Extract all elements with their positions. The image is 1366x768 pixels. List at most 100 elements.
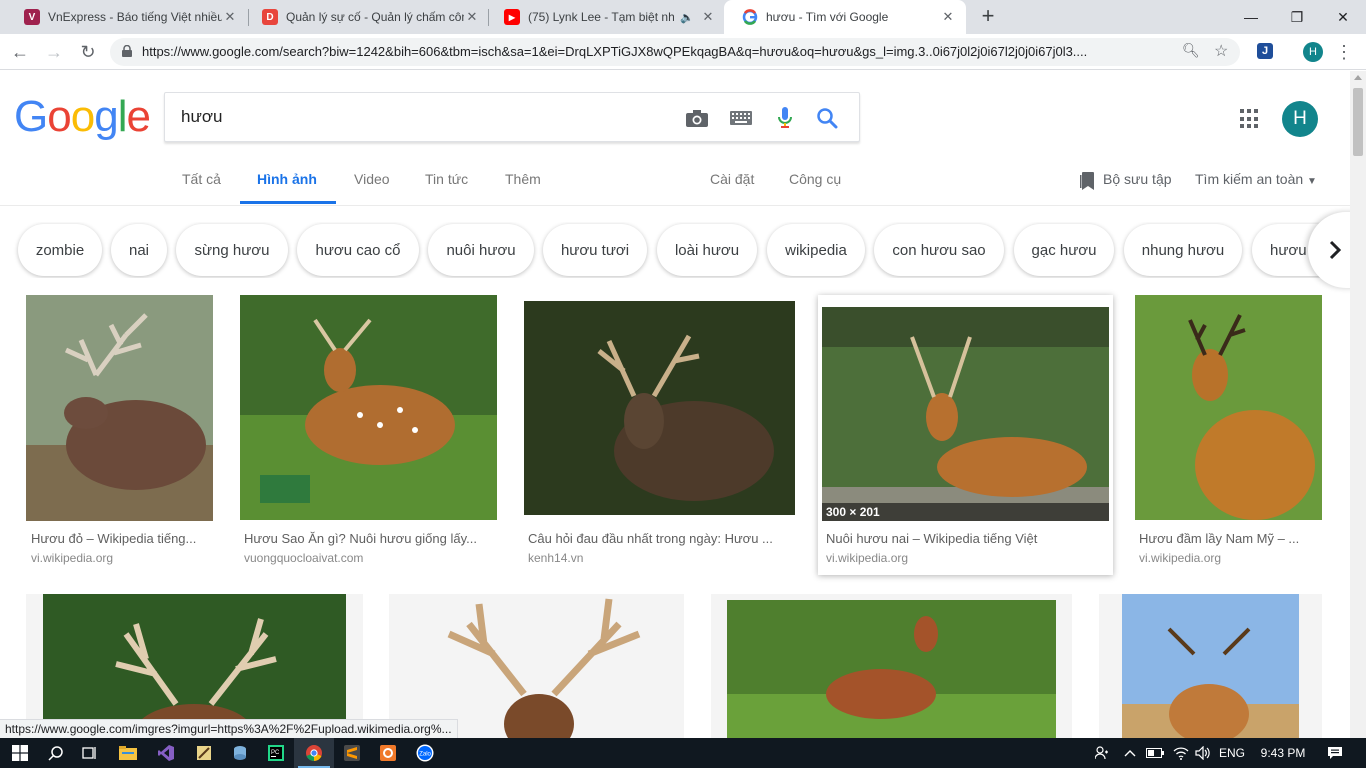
result-source[interactable]: vi.wikipedia.org	[31, 551, 113, 565]
battery-icon[interactable]	[1144, 738, 1166, 768]
browser-menu-icon[interactable]: ⋮	[1334, 38, 1354, 66]
result-source[interactable]: kenh14.vn	[528, 551, 583, 565]
chip-wikipedia[interactable]: wikipedia	[767, 224, 865, 276]
browser-tab-quan-ly-su-co[interactable]: D Quản lý sự cố - Quản lý chấm công ✕	[244, 0, 490, 34]
result-image-row2-4[interactable]	[1099, 594, 1322, 738]
browser-tab-google-search[interactable]: hươu - Tìm với Google ✕	[724, 0, 966, 34]
zoom-icon[interactable]: 🔍︎	[1182, 42, 1200, 59]
result-image-row2-2[interactable]	[389, 594, 684, 738]
chip-con-huou-sao[interactable]: con hươu sao	[874, 224, 1004, 276]
chip-loai-huou[interactable]: loài hươu	[657, 224, 757, 276]
safe-search-dropdown[interactable]: Tìm kiếm an toàn ▼	[1195, 171, 1317, 187]
people-icon[interactable]	[1090, 738, 1114, 768]
result-image-red-deer[interactable]	[26, 295, 213, 521]
search-input[interactable]	[181, 105, 661, 129]
bookmark-collection-icon[interactable]	[1080, 172, 1096, 190]
result-title[interactable]: Nuôi hươu nai – Wikipedia tiếng Việt	[826, 531, 1106, 546]
tab-more[interactable]: Thêm	[505, 171, 541, 187]
minimize-button[interactable]: —	[1228, 0, 1274, 34]
scroll-up-arrow-icon[interactable]	[1354, 75, 1362, 80]
tab-images[interactable]: Hình ảnh	[257, 171, 317, 187]
result-image-sika-deer[interactable]	[240, 295, 497, 520]
zalo-icon[interactable]: Zalo	[405, 738, 445, 768]
database-app-icon[interactable]	[220, 738, 260, 768]
microphone-icon[interactable]	[773, 106, 797, 130]
tab-title: VnExpress - Báo tiếng Việt nhiều	[48, 10, 222, 24]
result-source[interactable]: vi.wikipedia.org	[826, 551, 908, 565]
url-text[interactable]: https://www.google.com/search?biw=1242&b…	[142, 44, 1172, 59]
result-title[interactable]: Hươu đầm lầy Nam Mỹ – ...	[1139, 531, 1319, 546]
sublime-text-icon[interactable]	[332, 738, 372, 768]
tab-all[interactable]: Tất cả	[182, 171, 221, 187]
camera-icon[interactable]	[685, 106, 709, 130]
action-center-icon[interactable]	[1320, 738, 1350, 768]
speaker-icon[interactable]: 🔈	[680, 11, 694, 24]
tab-news[interactable]: Tin tức	[425, 171, 468, 187]
result-image-lying-deer[interactable]	[822, 307, 1109, 521]
account-avatar[interactable]: H	[1282, 101, 1318, 137]
reload-icon[interactable]: ↻	[76, 40, 100, 64]
result-title[interactable]: Hươu Sao Ăn gì? Nuôi hươu giống lấy...	[244, 531, 494, 546]
tab-video[interactable]: Video	[354, 171, 390, 187]
close-tab-icon[interactable]: ✕	[700, 9, 716, 25]
system-clock[interactable]: 9:43 PM	[1254, 738, 1312, 768]
chip-sung-huou[interactable]: sừng hươu	[176, 224, 288, 276]
input-language-indicator[interactable]: ENG	[1216, 738, 1248, 768]
browser-profile-avatar[interactable]: H	[1303, 42, 1323, 62]
tools-link[interactable]: Công cụ	[789, 171, 841, 187]
forward-arrow-icon[interactable]: →	[42, 40, 66, 64]
browser-tab-vnexpress[interactable]: V VnExpress - Báo tiếng Việt nhiều ✕	[6, 0, 248, 34]
search-type-nav: Tất cả Hình ảnh Video Tin tức Thêm Cài đ…	[0, 158, 1350, 206]
browser-tab-youtube[interactable]: ▶ (75) Lynk Lee - Tạm biệt nhé 🔈 ✕	[486, 0, 726, 34]
chrome-taskbar-icon[interactable]	[294, 738, 334, 768]
chip-huou-cao-co[interactable]: hươu cao cổ	[297, 224, 419, 276]
result-image-marsh-deer[interactable]	[1135, 295, 1322, 520]
close-tab-icon[interactable]: ✕	[940, 9, 956, 25]
chip-nai[interactable]: nai	[111, 224, 167, 276]
result-title[interactable]: Câu hỏi đau đầu nhất trong ngày: Hươu ..…	[528, 531, 790, 546]
chip-nuoi-huou[interactable]: nuôi hươu	[428, 224, 534, 276]
google-apps-icon[interactable]	[1240, 109, 1260, 129]
browser-tab-strip: V VnExpress - Báo tiếng Việt nhiều ✕ D Q…	[0, 0, 1366, 34]
orange-app-icon[interactable]	[368, 738, 408, 768]
result-title[interactable]: Hươu đỏ – Wikipedia tiếng...	[31, 531, 211, 546]
extension-j-icon[interactable]: J	[1257, 43, 1273, 59]
visual-studio-icon[interactable]	[146, 738, 186, 768]
scrollbar-thumb[interactable]	[1353, 88, 1363, 156]
chevron-up-icon[interactable]	[1120, 738, 1140, 768]
restore-button[interactable]: ❐	[1274, 0, 1320, 34]
page-scrollbar[interactable]	[1350, 71, 1366, 738]
close-window-button[interactable]: ✕	[1320, 0, 1366, 34]
new-tab-button[interactable]: +	[976, 5, 1000, 29]
keyboard-icon[interactable]	[729, 106, 753, 130]
bookmark-star-icon[interactable]: ☆	[1214, 41, 1228, 61]
windows-start-icon[interactable]	[0, 738, 40, 768]
search-icon[interactable]	[815, 106, 839, 130]
result-image-sambar-deer[interactable]	[524, 301, 795, 515]
back-arrow-icon[interactable]: ←	[8, 40, 32, 64]
chip-gac-huou[interactable]: gạc hươu	[1014, 224, 1114, 276]
file-explorer-icon[interactable]	[108, 738, 148, 768]
chip-huou-tuoi[interactable]: hươu tươi	[543, 224, 647, 276]
result-image-row2-1[interactable]	[26, 594, 363, 738]
link-status-bubble: https://www.google.com/imgres?imgurl=htt…	[0, 719, 458, 738]
pycharm-icon[interactable]: PC	[256, 738, 296, 768]
tools-app-icon[interactable]	[184, 738, 224, 768]
chip-zombie[interactable]: zombie	[18, 224, 102, 276]
result-source[interactable]: vi.wikipedia.org	[1139, 551, 1221, 565]
wifi-icon[interactable]	[1170, 738, 1192, 768]
close-tab-icon[interactable]: ✕	[464, 9, 480, 25]
logo-letter: G	[14, 92, 48, 141]
chip-nhung-huou[interactable]: nhung hươu	[1124, 224, 1242, 276]
settings-link[interactable]: Cài đặt	[710, 171, 754, 187]
logo-letter: l	[117, 92, 128, 141]
close-tab-icon[interactable]: ✕	[222, 9, 238, 25]
address-bar[interactable]: https://www.google.com/search?biw=1242&b…	[110, 38, 1240, 66]
task-view-icon[interactable]	[70, 738, 110, 768]
result-source[interactable]: vuongquocloaivat.com	[244, 551, 363, 565]
volume-icon[interactable]	[1192, 738, 1214, 768]
collections-link[interactable]: Bộ sưu tập	[1103, 171, 1172, 187]
google-logo[interactable]: Google	[14, 92, 151, 141]
browser-toolbar: ← → ↻ https://www.google.com/search?biw=…	[0, 34, 1366, 70]
result-image-row2-3[interactable]	[711, 594, 1072, 738]
